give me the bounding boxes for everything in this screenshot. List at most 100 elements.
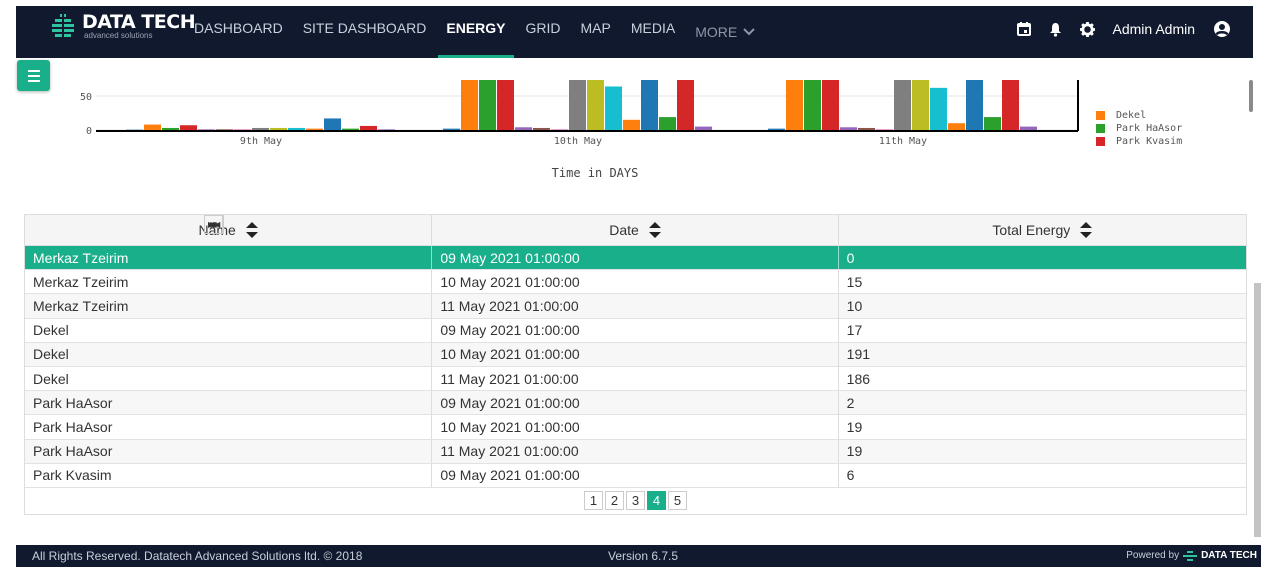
datatech-logo-icon (1183, 550, 1198, 561)
legend-label: Park Kvasim (1116, 136, 1183, 147)
cell-name: Park HaAsor (25, 415, 433, 439)
last-page-button[interactable]: ▶▶ (204, 215, 225, 234)
cell-date: 10 May 2021 01:00:00 (432, 342, 839, 366)
table-body: Merkaz Tzeirim 09 May 2021 01:00:00 0 Me… (25, 246, 1246, 488)
nav-site-dashboard[interactable]: SITE DASHBOARD (303, 6, 427, 58)
cell-name: Park Kvasim (25, 463, 433, 487)
nav-map[interactable]: MAP (581, 6, 611, 58)
page-button[interactable]: 5 (668, 491, 687, 511)
chart-bar (966, 80, 983, 130)
sort-icon (1080, 222, 1093, 238)
table-row[interactable]: Park HaAsor 10 May 2021 01:00:00 19 (25, 415, 1246, 440)
chart-bar (342, 128, 359, 130)
table-row[interactable]: Dekel 09 May 2021 01:00:00 17 (25, 318, 1246, 343)
legend-item[interactable]: Park Kvasim (1096, 135, 1182, 148)
chart-bar (912, 80, 929, 130)
table-row[interactable]: Park HaAsor 11 May 2021 01:00:00 19 (25, 439, 1246, 464)
chart-bar (822, 80, 839, 130)
main-nav: DASHBOARD SITE DASHBOARD ENERGY GRID MAP… (194, 6, 775, 58)
table-row[interactable]: Merkaz Tzeirim 09 May 2021 01:00:00 0 (25, 246, 1246, 271)
bell-icon[interactable] (1049, 22, 1062, 37)
cell-name: Merkaz Tzeirim (25, 246, 433, 270)
energy-table: Name Date Total Energy Merkaz Tzeirim 09… (24, 214, 1247, 515)
legend-item[interactable]: Dekel (1096, 109, 1182, 122)
chart-bar (569, 80, 586, 130)
y-tick-label: 0 (86, 126, 92, 137)
cell-total-energy: 186 (846, 370, 871, 387)
column-header-total-energy[interactable]: Total Energy (839, 215, 1246, 245)
column-header-name[interactable]: Name (25, 215, 433, 245)
chart-bar (324, 118, 341, 130)
page-button[interactable]: 1 (584, 491, 603, 511)
x-tick-label: 9th May (240, 136, 282, 147)
chart-bar (144, 124, 161, 130)
column-header-label: Total Energy (992, 222, 1071, 238)
chart-bar (840, 127, 857, 130)
user-circle-icon[interactable] (1213, 20, 1231, 38)
nav-more[interactable]: MORE (695, 6, 755, 58)
table-row[interactable]: Park Kvasim 09 May 2021 01:00:00 6 (25, 463, 1246, 488)
footer-copyright: All Rights Reserved. Datatech Advanced S… (32, 549, 363, 563)
chart-bar (1020, 126, 1037, 130)
nav-grid[interactable]: GRID (526, 6, 561, 58)
brand-logo[interactable]: DATA TECH advanced solutions (52, 11, 196, 40)
calendar-icon[interactable] (1016, 22, 1031, 36)
chart-bar (252, 127, 269, 130)
cell-total-energy: 0 (846, 249, 855, 266)
header-tools: Admin Admin (999, 6, 1231, 52)
chart-bar (533, 127, 550, 130)
nav-energy[interactable]: ENERGY (438, 6, 514, 58)
legend-swatch (1096, 137, 1105, 146)
chart-bar (288, 127, 305, 130)
legend-swatch (1096, 111, 1105, 120)
sort-icon (648, 222, 661, 238)
chevron-down-icon (743, 28, 755, 36)
cell-total-energy: 2 (846, 394, 855, 411)
nav-more-label: MORE (695, 24, 738, 40)
chart-bar (198, 129, 215, 130)
top-navbar: DATA TECH advanced solutions DASHBOARD S… (16, 6, 1253, 58)
cell-total-energy: 15 (846, 273, 863, 290)
page-button-current[interactable]: 4 (647, 491, 666, 511)
table-row[interactable]: Dekel 10 May 2021 01:00:00 191 (25, 342, 1246, 367)
nav-media[interactable]: MEDIA (631, 6, 675, 58)
table-row[interactable]: Park HaAsor 09 May 2021 01:00:00 2 (25, 391, 1246, 416)
nav-dashboard[interactable]: DASHBOARD (194, 6, 283, 58)
table-row[interactable]: Dekel 11 May 2021 01:00:00 186 (25, 366, 1246, 392)
user-name[interactable]: Admin Admin (1113, 21, 1195, 37)
legend-scrollbar[interactable] (1249, 80, 1253, 112)
footer-version: Version 6.7.5 (608, 549, 679, 563)
page-button[interactable]: 3 (626, 491, 645, 511)
chart-bar (659, 117, 676, 130)
chart-bar (180, 125, 197, 130)
chart-bar (984, 117, 1001, 130)
chart-bar (461, 80, 478, 130)
page-scrollbar[interactable] (1254, 283, 1261, 537)
brand-name: DATA TECH (82, 11, 196, 33)
chart-bar (378, 129, 395, 130)
cell-name: Merkaz Tzeirim (25, 294, 433, 318)
x-tick-label: 11th May (879, 136, 927, 147)
table-row[interactable]: Merkaz Tzeirim 11 May 2021 01:00:00 10 (25, 294, 1246, 319)
cell-name: Dekel (25, 366, 433, 391)
column-header-date[interactable]: Date (432, 215, 839, 245)
x-tick-label: 10th May (554, 136, 602, 147)
chart-bar (894, 80, 911, 130)
gear-icon[interactable] (1079, 21, 1095, 37)
cell-total-energy: 6 (846, 467, 855, 484)
chart-bar (876, 129, 893, 130)
cell-name: Park HaAsor (25, 439, 433, 463)
footer: All Rights Reserved. Datatech Advanced S… (16, 545, 1261, 567)
chart-bar (270, 127, 287, 130)
page-button[interactable]: 2 (605, 491, 624, 511)
legend-item[interactable]: Park HaAsor (1096, 122, 1182, 135)
chart-legend: Dekel Park HaAsor Park Kvasim (1096, 109, 1182, 148)
x-axis-title: Time in DAYS (552, 166, 639, 180)
chart-bar (1002, 80, 1019, 130)
table-row[interactable]: Merkaz Tzeirim 10 May 2021 01:00:00 15 (25, 270, 1246, 295)
cell-name: Dekel (25, 342, 433, 366)
datatech-logo-icon (52, 14, 74, 40)
legend-label: Dekel (1116, 110, 1147, 121)
chart-bar (443, 128, 460, 130)
chart-bar (930, 87, 947, 130)
